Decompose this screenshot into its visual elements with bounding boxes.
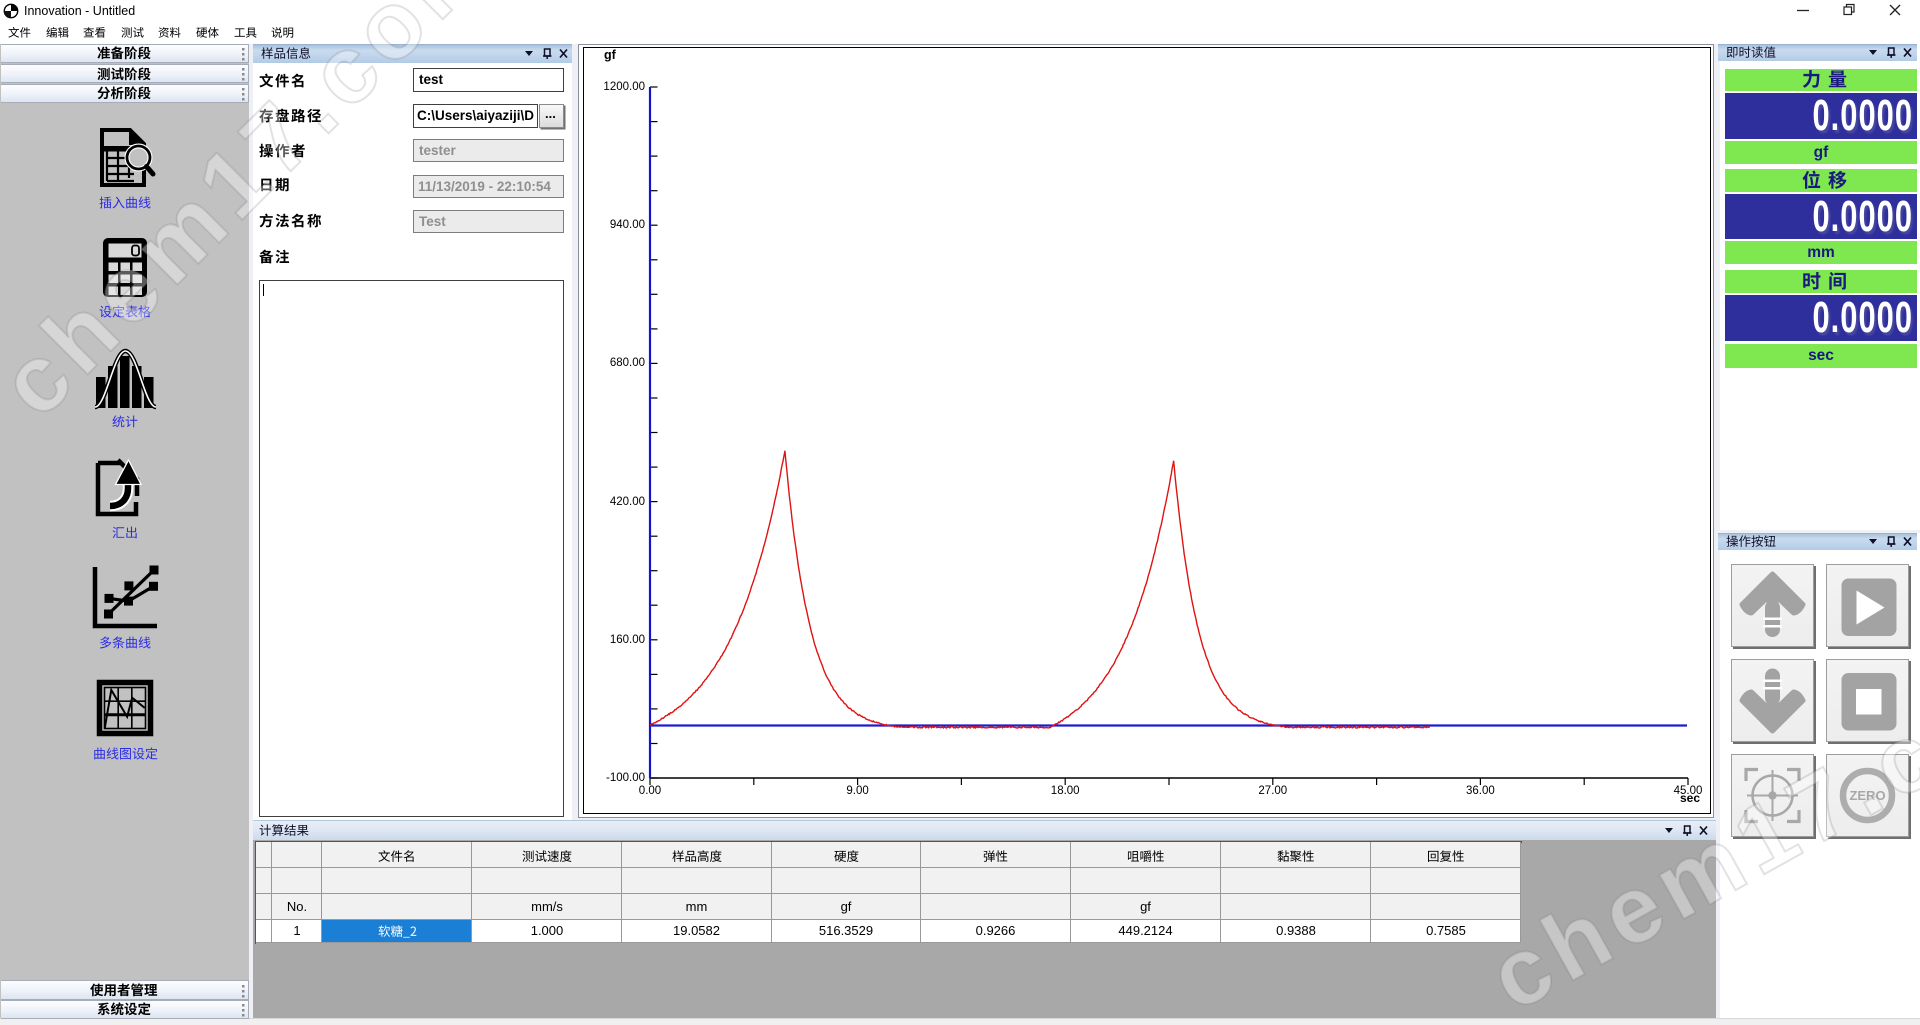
svg-text:ZERO: ZERO [1849, 788, 1885, 803]
